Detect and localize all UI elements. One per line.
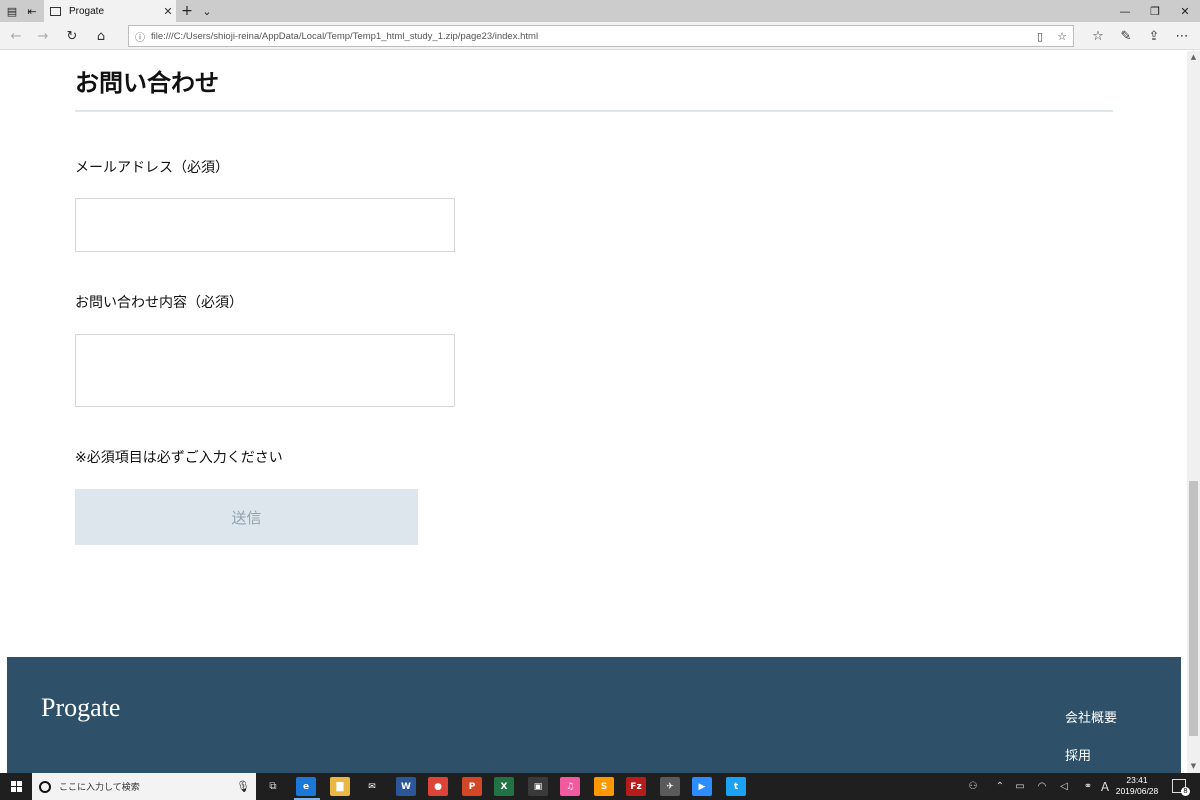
share-icon[interactable]: ⇪ — [1142, 22, 1166, 50]
page-viewport: お問い合わせ メールアドレス（必須） お問い合わせ内容（必須） ※必須項目は必ず… — [0, 51, 1187, 773]
more-options-icon[interactable]: ⋯ — [1170, 22, 1194, 50]
browser-nav-bar: ← → ↻ ⌂ ⓘ file:///C:/Users/shioji-reina/… — [0, 22, 1200, 50]
wifi-icon[interactable]: ◠ — [1034, 773, 1050, 800]
footer-link-company[interactable]: 会社概要 — [1065, 707, 1117, 726]
tabs-aside-icon[interactable]: ▤ — [3, 0, 21, 22]
submit-button[interactable]: 送信 — [75, 489, 418, 545]
link-icon[interactable]: ⚭ — [1080, 773, 1096, 800]
microphone-icon[interactable]: 🎙 — [236, 780, 250, 793]
set-aside-tabs-icon[interactable]: ⇤ — [23, 0, 41, 22]
footer: Progate 会社概要 採用 — [7, 657, 1181, 773]
back-button[interactable]: ← — [4, 22, 28, 50]
start-button[interactable] — [0, 773, 32, 800]
tab-list-chevron-icon[interactable]: ⌄ — [198, 0, 216, 22]
vertical-scrollbar[interactable]: ▲ ▼ — [1187, 51, 1200, 773]
notification-count: 8 — [1181, 787, 1190, 796]
volume-icon[interactable]: ◁ — [1056, 773, 1072, 800]
battery-icon[interactable]: ▭ — [1012, 773, 1028, 800]
pen-notes-icon[interactable]: ✎ — [1114, 22, 1138, 50]
refresh-button[interactable]: ↻ — [60, 22, 84, 50]
clock-date: 2019/06/28 — [1115, 786, 1159, 796]
taskbar-itunes-icon[interactable]: ♫ — [560, 777, 580, 796]
taskbar-clock[interactable]: 23:41 2019/06/28 — [1112, 775, 1162, 797]
new-tab-button[interactable]: + — [178, 0, 196, 22]
url-text[interactable]: file:///C:/Users/shioji-reina/AppData/Lo… — [151, 31, 1029, 42]
cortana-icon — [39, 780, 51, 793]
minimize-button[interactable]: — — [1108, 0, 1142, 22]
taskbar-photos-icon[interactable]: ▣ — [528, 777, 548, 796]
tab-progate[interactable]: Progate ✕ — [44, 0, 176, 22]
restore-button[interactable]: ❐ — [1138, 0, 1172, 22]
taskbar-edge-icon[interactable]: e — [296, 777, 316, 796]
email-input[interactable] — [75, 198, 455, 252]
ime-indicator[interactable]: A — [1098, 773, 1112, 800]
search-placeholder: ここに入力して検索 — [59, 783, 140, 793]
scroll-down-icon[interactable]: ▼ — [1187, 760, 1200, 773]
scrollbar-thumb[interactable] — [1189, 481, 1198, 736]
forward-button[interactable]: → — [31, 22, 55, 50]
taskbar-file-explorer-icon[interactable]: ▇ — [330, 777, 350, 796]
task-view-icon[interactable]: ⧉ — [262, 773, 284, 800]
info-icon[interactable]: ⓘ — [129, 29, 151, 44]
taskbar-powerpoint-icon[interactable]: P — [462, 777, 482, 796]
contact-heading: お問い合わせ — [75, 69, 219, 97]
footer-logo[interactable]: Progate — [41, 693, 120, 723]
address-bar[interactable]: ⓘ file:///C:/Users/shioji-reina/AppData/… — [128, 25, 1074, 47]
taskbar-search-box[interactable]: ここに入力して検索 🎙 — [32, 773, 256, 800]
close-tab-icon[interactable]: ✕ — [160, 5, 176, 18]
message-label: お問い合わせ内容（必須） — [75, 295, 243, 311]
email-label: メールアドレス（必須） — [75, 160, 229, 176]
close-window-button[interactable]: ✕ — [1168, 0, 1200, 22]
reading-view-icon[interactable]: ▯ — [1029, 30, 1051, 43]
required-note: ※必須項目は必ずご入力ください — [75, 450, 283, 466]
people-icon[interactable]: ⚇ — [964, 773, 982, 800]
taskbar: ここに入力して検索 🎙 ⧉ e ▇ ✉ W ● P X ▣ ♫ S Fz ✈ ▶ t ⚇ ⌃ ▭ ◠ ◁ … — [0, 773, 1200, 800]
taskbar-app-bird-icon[interactable]: ✈ — [660, 777, 680, 796]
taskbar-filezilla-icon[interactable]: Fz — [626, 777, 646, 796]
footer-link-careers[interactable]: 採用 — [1065, 745, 1091, 764]
browser-tab-bar: ▤ ⇤ Progate ✕ + ⌄ — ❐ ✕ — [0, 0, 1200, 22]
taskbar-chrome-icon[interactable]: ● — [428, 777, 448, 796]
page-icon — [50, 6, 61, 16]
clock-time: 23:41 — [1126, 775, 1148, 785]
taskbar-word-icon[interactable]: W — [396, 777, 416, 796]
taskbar-sublime-icon[interactable]: S — [594, 777, 614, 796]
favorites-icon[interactable]: ☆ — [1086, 22, 1110, 50]
notification-center-icon[interactable]: 8 — [1172, 779, 1190, 796]
scroll-up-icon[interactable]: ▲ — [1187, 51, 1200, 64]
taskbar-mail-icon[interactable]: ✉ — [362, 777, 382, 796]
message-textarea[interactable] — [75, 334, 455, 407]
taskbar-zoom-icon[interactable]: ▶ — [692, 777, 712, 796]
tray-chevron-up-icon[interactable]: ⌃ — [992, 773, 1008, 800]
home-button[interactable]: ⌂ — [89, 22, 113, 50]
favorite-star-icon[interactable]: ☆ — [1051, 30, 1073, 43]
windows-logo-icon — [10, 781, 22, 792]
taskbar-twitter-icon[interactable]: t — [726, 777, 746, 796]
taskbar-excel-icon[interactable]: X — [494, 777, 514, 796]
heading-divider — [75, 110, 1113, 112]
tab-title: Progate — [69, 5, 105, 17]
